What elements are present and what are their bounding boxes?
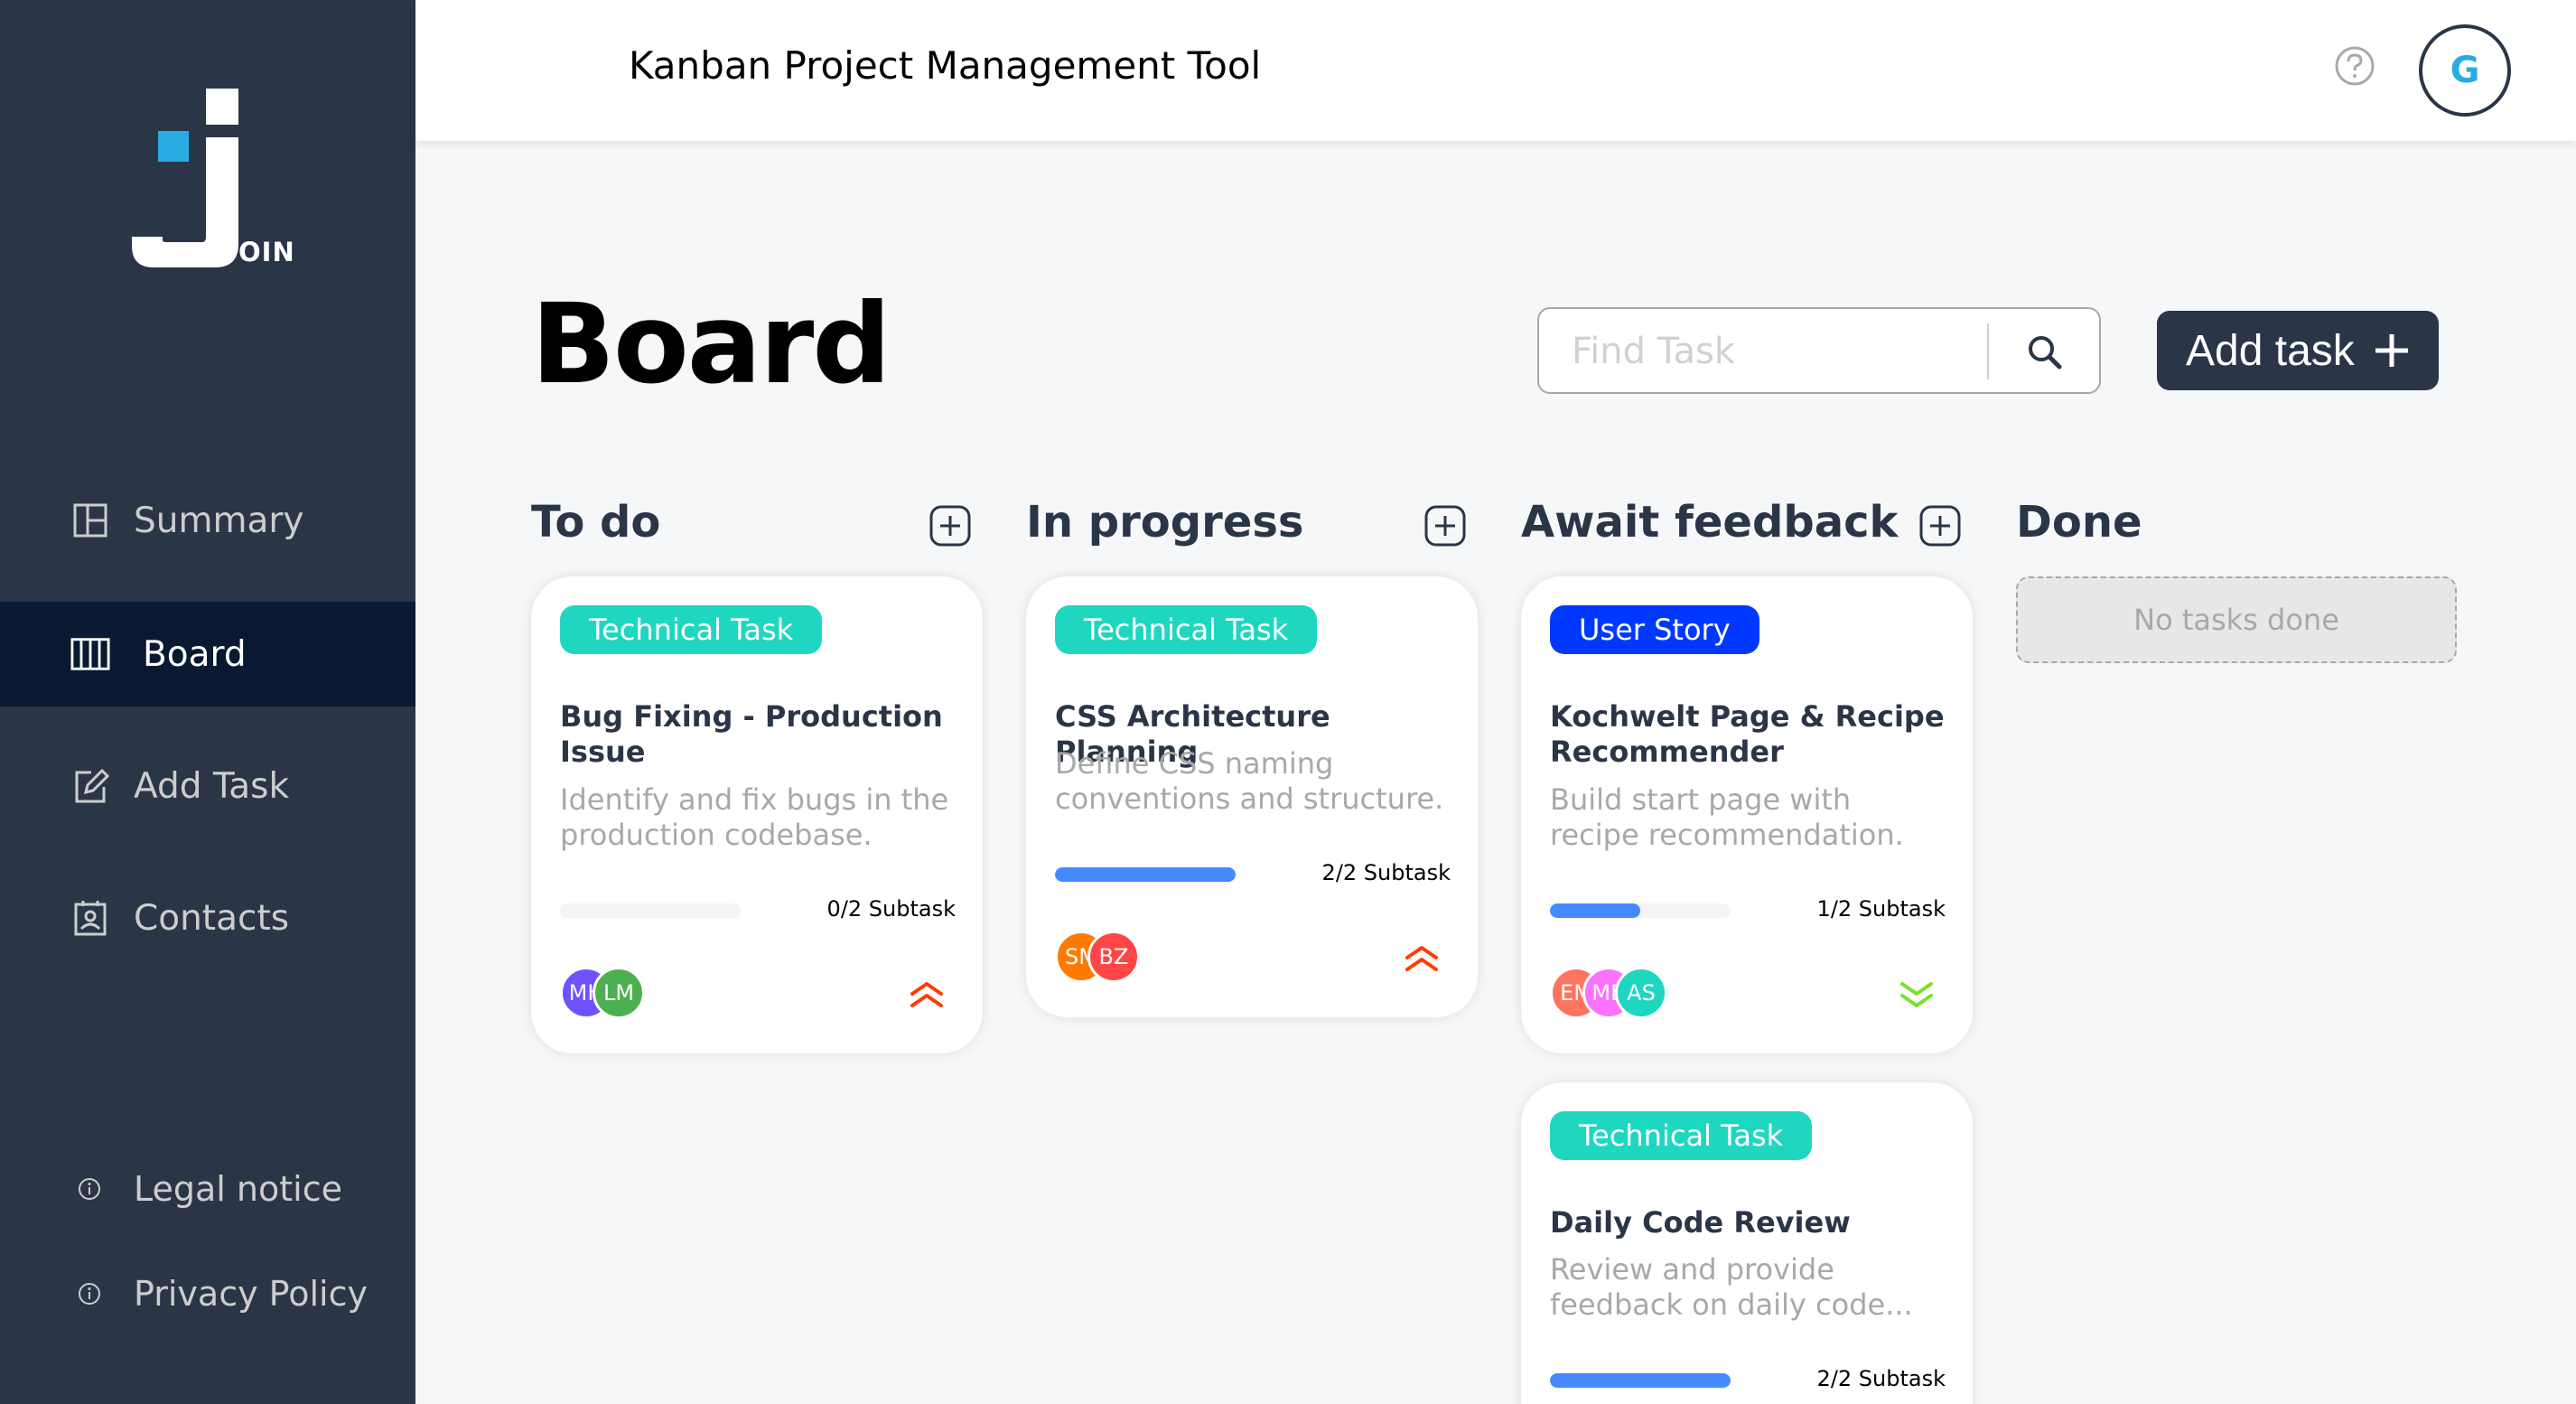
sidebar-item-board[interactable]: Board [0, 602, 415, 707]
search-divider [1987, 323, 1989, 379]
user-avatar[interactable]: G [2419, 24, 2511, 117]
progress-fill [1055, 867, 1236, 882]
add-task-icon [70, 766, 110, 806]
assignee-avatar: AS [1615, 967, 1667, 1019]
sidebar-item-add-task[interactable]: Add Task [0, 734, 415, 838]
subtask-count: 2/2 Subtask [1321, 860, 1451, 885]
progress-fill [1550, 1373, 1731, 1388]
category-tag: Technical Task [1550, 1111, 1813, 1160]
sidebar-item-contacts[interactable]: Contacts [0, 866, 415, 970]
privacy-policy-label: Privacy Policy [134, 1274, 368, 1314]
assignee-avatar: LM [593, 967, 645, 1019]
subtask-progress-bar [560, 903, 741, 918]
sidebar: OIN Summary Board Add Task Contacts Lega… [0, 0, 415, 1404]
priority-urgent-icon [1402, 943, 1442, 974]
legal-notice-label: Legal notice [134, 1169, 342, 1209]
subtask-count: 2/2 Subtask [1816, 1366, 1946, 1391]
task-description: Identify and fix bugs in the production … [560, 782, 949, 852]
add-to-in-progress-icon[interactable] [1423, 504, 1467, 548]
sidebar-item-summary[interactable]: Summary [0, 468, 415, 573]
task-description: Build start page with recipe recommendat… [1550, 782, 1904, 852]
logo-text: OIN [238, 237, 295, 267]
category-tag: User Story [1550, 605, 1759, 654]
subtask-progress-bar [1550, 903, 1731, 918]
summary-icon [70, 501, 110, 540]
sidebar-item-label: Contacts [134, 897, 290, 939]
done-empty-placeholder: No tasks done [2016, 576, 2457, 663]
category-tag: Technical Task [560, 605, 823, 654]
category-tag: Technical Task [1055, 605, 1318, 654]
add-to-todo-icon[interactable] [929, 504, 972, 548]
plus-icon [2370, 329, 2413, 372]
task-card[interactable]: Technical Task Daily Code Review Review … [1521, 1082, 1973, 1404]
subtask-count: 0/2 Subtask [826, 896, 956, 922]
search-icon[interactable] [2023, 331, 2067, 374]
info-icon [76, 1175, 103, 1203]
add-to-await-feedback-icon[interactable] [1918, 504, 1962, 548]
task-title: Daily Code Review [1550, 1205, 1851, 1240]
help-icon[interactable] [2332, 43, 2377, 89]
search-box [1537, 307, 2101, 394]
task-card[interactable]: Technical Task CSS Architecture Planning… [1026, 576, 1478, 1017]
column-title-await-feedback: Await feedback [1521, 497, 1899, 548]
add-task-button-label: Add task [2186, 326, 2355, 375]
page-title: Board [531, 280, 891, 408]
task-card[interactable]: Technical Task Bug Fixing - Production I… [531, 576, 983, 1053]
add-task-button[interactable]: Add task [2157, 311, 2439, 390]
task-title: Bug Fixing - Production Issue [560, 699, 943, 769]
progress-fill [1550, 903, 1640, 918]
sidebar-item-label: Summary [134, 500, 304, 541]
priority-low-icon [1897, 979, 1937, 1010]
priority-urgent-icon [907, 979, 947, 1010]
assignee-avatar: BZ [1087, 931, 1140, 983]
board-icon [70, 634, 110, 674]
legal-notice-link[interactable]: Legal notice [0, 1153, 415, 1225]
column-title-done: Done [2016, 497, 2142, 548]
subtask-count: 1/2 Subtask [1816, 896, 1946, 922]
info-icon [76, 1280, 103, 1307]
column-title-todo: To do [531, 497, 661, 548]
task-card[interactable]: User Story Kochwelt Page & Recipe Recomm… [1521, 576, 1973, 1053]
app-title: Kanban Project Management Tool [629, 43, 1262, 88]
task-title: Kochwelt Page & Recipe Recommender [1550, 699, 1945, 769]
task-description: Define CSS naming conventions and struct… [1055, 746, 1444, 816]
subtask-progress-bar [1550, 1373, 1731, 1388]
sidebar-item-label: Board [143, 633, 247, 675]
subtask-progress-bar [1055, 867, 1236, 882]
contacts-icon [70, 898, 110, 938]
column-title-in-progress: In progress [1026, 497, 1304, 548]
task-description: Review and provide feedback on daily cod… [1550, 1252, 1913, 1322]
privacy-policy-link[interactable]: Privacy Policy [0, 1258, 415, 1330]
search-input[interactable] [1572, 327, 2005, 376]
top-header: Kanban Project Management Tool G [415, 0, 2576, 141]
sidebar-item-label: Add Task [134, 765, 290, 807]
